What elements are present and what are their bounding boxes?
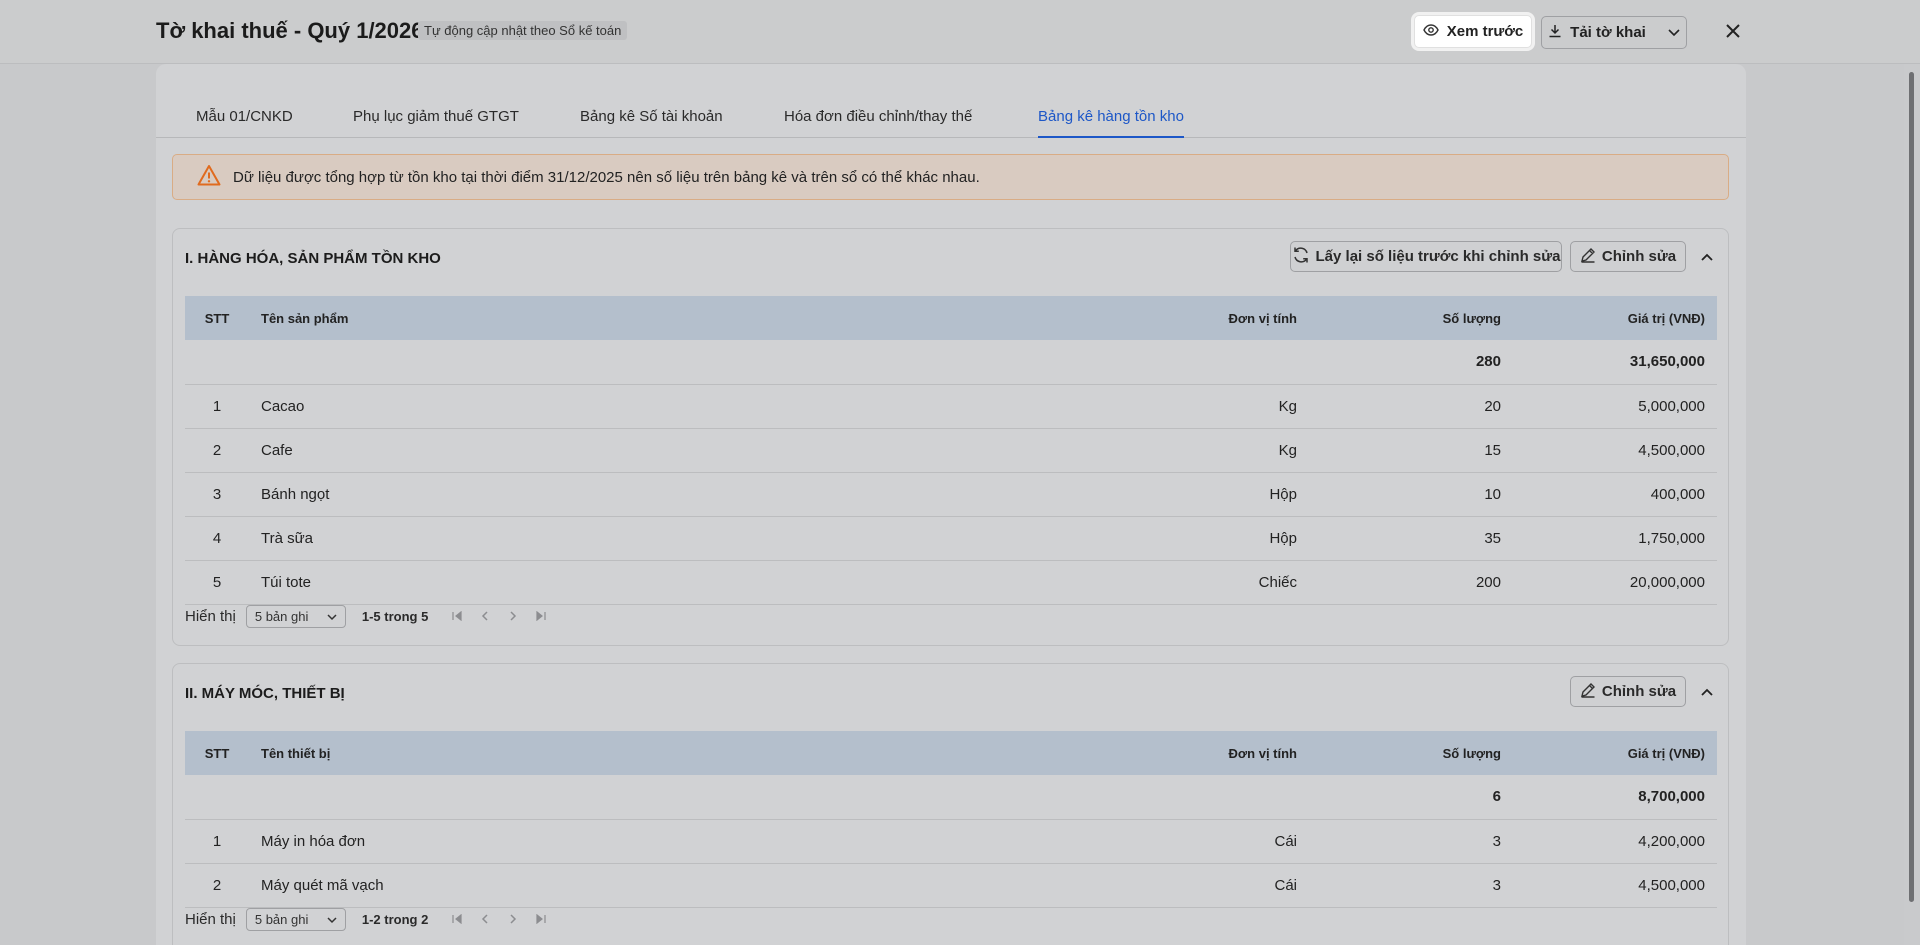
- page-size-select[interactable]: 5 bản ghi: [245, 907, 346, 931]
- edit-button[interactable]: Chỉnh sửa: [1570, 241, 1686, 272]
- total-row: 6 8,700,000: [185, 775, 1717, 820]
- inventory-table: STT Tên sản phẩm Đơn vị tính Số lượng Gi…: [185, 296, 1717, 605]
- table-row: 1 Máy in hóa đơn Cái 3 4,200,000: [185, 819, 1717, 864]
- tab-bang-ke-hang-ton-kho[interactable]: Bảng kê hàng tồn kho: [1038, 104, 1184, 138]
- col-quantity: Số lượng: [1442, 310, 1501, 326]
- total-value: 8,700,000: [1511, 775, 1717, 820]
- prev-page-icon[interactable]: [478, 611, 492, 621]
- total-row: 280 31,650,000: [185, 340, 1717, 385]
- chevron-down-icon: [327, 912, 337, 927]
- table-row: 3 Bánh ngọt Hộp 10 400,000: [185, 472, 1717, 517]
- first-page-icon[interactable]: [450, 914, 464, 924]
- tab-phu-luc-giam-thue[interactable]: Phụ lục giảm thuế GTGT: [353, 104, 519, 138]
- col-quantity: Số lượng: [1442, 745, 1501, 761]
- table-header-row: STT Tên thiết bị Đơn vị tính Số lượng Gi…: [185, 731, 1717, 775]
- col-device-name: Tên thiết bị: [261, 745, 331, 761]
- edit-button[interactable]: Chỉnh sửa: [1570, 676, 1686, 707]
- table-row: 2 Cafe Kg 15 4,500,000: [185, 428, 1717, 473]
- pager-range: 1-2 trong 2: [361, 911, 429, 927]
- table-row: 1 Cacao Kg 20 5,000,000: [185, 384, 1717, 429]
- section-inventory-goods: I. HÀNG HÓA, SẢN PHẨM TỒN KHO Lấy lại số…: [172, 228, 1729, 646]
- tab-mau-01-cnkd[interactable]: Mẫu 01/CNKD: [196, 104, 293, 138]
- next-page-icon[interactable]: [506, 914, 520, 924]
- total-value: 31,650,000: [1511, 340, 1717, 385]
- col-product-name: Tên sản phẩm: [261, 310, 349, 326]
- section-title: II. MÁY MÓC, THIẾT BỊ: [185, 685, 345, 702]
- auto-update-badge: Tự động cập nhật theo Sổ kế toán: [418, 21, 628, 40]
- warning-icon: [197, 164, 221, 190]
- edit-label: Chỉnh sửa: [1601, 683, 1677, 700]
- preview-label: Xem trước: [1446, 23, 1524, 40]
- table-row: 4 Trà sữa Hộp 35 1,750,000: [185, 516, 1717, 561]
- chevron-up-icon[interactable]: [1697, 247, 1717, 267]
- last-page-icon[interactable]: [534, 611, 548, 621]
- col-stt: STT: [204, 310, 230, 326]
- table-row: 5 Túi tote Chiếc 200 20,000,000: [185, 560, 1717, 605]
- pager-show-label: Hiển thị: [185, 910, 236, 928]
- refresh-icon: [1292, 246, 1310, 268]
- download-label: Tải tờ khai: [1570, 24, 1646, 41]
- pencil-icon: [1580, 682, 1596, 702]
- reload-data-button[interactable]: Lấy lại số liệu trước khi chỉnh sửa: [1290, 241, 1562, 272]
- page-size-select[interactable]: 5 bản ghi: [245, 604, 346, 628]
- alert-text: Dữ liệu được tổng hợp từ tồn kho tại thờ…: [233, 168, 980, 186]
- last-page-icon[interactable]: [534, 914, 548, 924]
- warning-alert: Dữ liệu được tổng hợp từ tồn kho tại thờ…: [172, 154, 1729, 200]
- page-title: Tờ khai thuế - Quý 1/2026: [156, 18, 424, 43]
- pagination: Hiển thị 5 bản ghi 1-5 trong 5: [185, 603, 548, 629]
- chevron-down-icon: [327, 609, 337, 624]
- col-stt: STT: [204, 745, 230, 761]
- section-title: I. HÀNG HÓA, SẢN PHẨM TỒN KHO: [185, 250, 441, 267]
- download-button[interactable]: Tải tờ khai: [1541, 16, 1687, 49]
- page-size-value: 5 bản ghi: [254, 608, 309, 624]
- col-value: Giá trị (VNĐ): [1627, 310, 1705, 326]
- reload-label: Lấy lại số liệu trước khi chỉnh sửa: [1315, 248, 1561, 265]
- prev-page-icon[interactable]: [478, 914, 492, 924]
- eye-icon: [1422, 22, 1439, 42]
- total-quantity: 6: [1307, 775, 1511, 820]
- section-machinery: II. MÁY MÓC, THIẾT BỊ Chỉnh sửa STT Tên …: [172, 663, 1729, 945]
- edit-label: Chỉnh sửa: [1601, 248, 1677, 265]
- page-scrollbar[interactable]: [1904, 64, 1920, 945]
- machinery-table: STT Tên thiết bị Đơn vị tính Số lượng Gi…: [185, 731, 1717, 908]
- chevron-down-icon: [1668, 24, 1680, 41]
- tab-hoa-don-dieu-chinh[interactable]: Hóa đơn điều chỉnh/thay thế: [784, 104, 972, 138]
- main-panel: Mẫu 01/CNKD Phụ lục giảm thuế GTGT Bảng …: [156, 64, 1746, 945]
- tab-bang-ke-so-tai-khoan[interactable]: Bảng kê Số tài khoản: [580, 104, 723, 138]
- tab-bar: Mẫu 01/CNKD Phụ lục giảm thuế GTGT Bảng …: [156, 104, 1746, 138]
- col-value: Giá trị (VNĐ): [1627, 745, 1705, 761]
- total-quantity: 280: [1307, 340, 1511, 385]
- download-icon: [1548, 24, 1562, 42]
- table-row: 2 Máy quét mã vạch Cái 3 4,500,000: [185, 863, 1717, 908]
- modal-header: Tờ khai thuế - Quý 1/2026 Tự động cập nh…: [0, 0, 1920, 64]
- close-icon[interactable]: [1720, 18, 1746, 44]
- pager-show-label: Hiển thị: [185, 607, 236, 625]
- scrollbar-thumb[interactable]: [1909, 72, 1914, 902]
- pagination: Hiển thị 5 bản ghi 1-2 trong 2: [185, 906, 548, 932]
- col-unit: Đơn vị tính: [1228, 745, 1297, 761]
- col-unit: Đơn vị tính: [1228, 310, 1297, 326]
- table-header-row: STT Tên sản phẩm Đơn vị tính Số lượng Gi…: [185, 296, 1717, 340]
- preview-button[interactable]: Xem trước: [1414, 15, 1532, 48]
- pencil-icon: [1580, 247, 1596, 267]
- next-page-icon[interactable]: [506, 611, 520, 621]
- pager-nav: [450, 611, 548, 621]
- page-size-value: 5 bản ghi: [254, 911, 309, 927]
- pager-nav: [450, 914, 548, 924]
- chevron-up-icon[interactable]: [1697, 682, 1717, 702]
- first-page-icon[interactable]: [450, 611, 464, 621]
- pager-range: 1-5 trong 5: [361, 608, 429, 624]
